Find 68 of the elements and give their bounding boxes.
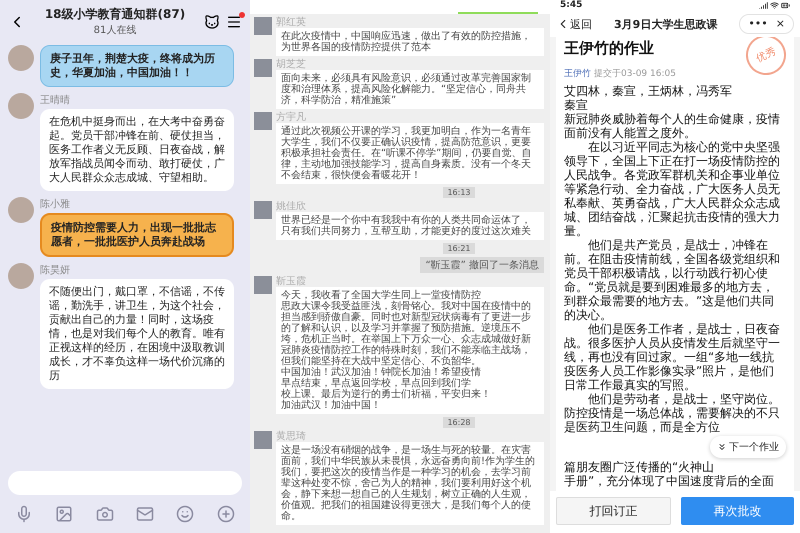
sender-name: 靳玉霞 bbox=[276, 276, 307, 287]
plus-icon[interactable] bbox=[216, 505, 235, 523]
avatar[interactable] bbox=[254, 201, 272, 219]
avatar[interactable] bbox=[254, 431, 272, 449]
image-icon[interactable] bbox=[55, 505, 74, 523]
sender-name: 郭红英 bbox=[276, 17, 307, 28]
text-line: 手册”，充分体现了中国速度背后的全面 bbox=[564, 474, 776, 488]
emoji-icon[interactable] bbox=[176, 505, 194, 523]
message-bubble: 不随便出门，戴口罩，不信谣，不传谣，勤洗手，讲卫生，为这个社会，贡献出自己的力量！同时，这场疫情，也是对我们每个人的教育。唯有正视这样的经历，在困境中汲取教训成长，才不辜负这样一场代价沉痛的历 bbox=[40, 279, 234, 389]
close-button[interactable]: × bbox=[776, 17, 785, 31]
message-bubble: 世界已经是一个你中有我我中有你的人类共同命运体了，只有我们共同努力，互帮互助，才能更好的度过这次难关 bbox=[276, 212, 544, 240]
avatar[interactable] bbox=[8, 93, 34, 119]
message-line: 加油武汉！加油中国！ bbox=[281, 400, 382, 411]
message-bubble: 在此次疫情中，中国响应迅速，做出了有效的防控措施，为世界各国的疫情防控提供了范本 bbox=[276, 28, 544, 56]
submit-time: 提交于03-09 16:05 bbox=[594, 68, 676, 80]
message-bubble: 疫情防控需要人力，出现一批批志愿者，一批批医护人员奔赴战场 bbox=[40, 213, 234, 257]
paragraph: 他们是医务工作者，是战士，日夜奋战。很多医护人员从疫情发生后就坚守一线，再也没有回过家。一组“多地一线抗疫医务人员工作影像实录”照片，是他们日常工作最真实的写照。 bbox=[564, 322, 781, 392]
avatar[interactable] bbox=[254, 276, 272, 294]
online-count: 81人在线 bbox=[94, 24, 136, 37]
avatar[interactable] bbox=[254, 59, 272, 77]
menu-icon[interactable] bbox=[226, 14, 242, 30]
sender-name: 胡芝芝 bbox=[276, 59, 307, 70]
text-line: 篇朋友圈广泛传播的“火神山 bbox=[564, 460, 716, 474]
more-button[interactable]: ••• bbox=[748, 17, 768, 31]
avatar[interactable] bbox=[8, 263, 34, 289]
back-button[interactable]: 返回 bbox=[556, 16, 592, 32]
camera-icon[interactable] bbox=[96, 505, 114, 523]
message-bubble: 庚子丑年，荆楚大疫，终将成为历史，华夏加油，中国加油！！ bbox=[40, 45, 234, 87]
timestamp: 16:13 bbox=[443, 187, 475, 198]
avatar[interactable] bbox=[8, 45, 34, 71]
sender-name: 黄思琦 bbox=[276, 431, 307, 442]
cat-icon[interactable] bbox=[204, 14, 220, 30]
return-button[interactable]: 打回订正 bbox=[556, 497, 671, 525]
double-chevron-icon bbox=[717, 442, 727, 452]
message-line: 今天，我收看了全国大学生同上一堂疫情防控 bbox=[281, 290, 482, 301]
paragraph: 秦宣 bbox=[564, 98, 589, 112]
message-bubble: 通过此次视频公开课的学习，我更加明白，作为一名青年大学生，我们不仅要正确认识疫情，提高防范意识，更要积极承担社会责任。在“听课不停学”期间，仍要自觉、自律，主动地加强技能学习，提高自身素质。没有一个冬天不会结束，很快便会看暖花开！ bbox=[276, 123, 544, 184]
recall-notice: “靳玉霞” 撤回了一条消息 bbox=[420, 257, 544, 273]
chat-title: 18级小学教育通知群(87) bbox=[44, 6, 186, 23]
avatar[interactable] bbox=[8, 197, 34, 223]
message-line: 校上课。最后为逆行的勇士们祈福，平安归来！ bbox=[281, 389, 492, 400]
timestamp: 16:21 bbox=[443, 243, 475, 254]
paragraph: 他们是劳动者，是战士，坚守岗位。防控疫情是一场总体战，需要解决的不只是医药卫生问题，而是全方位 bbox=[564, 392, 781, 434]
message-bubble: 在危机中挺身而出，在大考中奋勇奋起。党员干部冲锋在前、硬仗担当，医务工作者义无反顾、日夜奋战，解放军指战员闻令而动、敢打硬仗，广大人民群众众志成城、守望相助。 bbox=[40, 109, 234, 191]
paragraph: 在以习近平同志为核心的党中央坚强领导下，全国上下正在打一场疫情防控的人民战争。各党政军群机关和企事业单位等紧急行动、全力奋战，广大医务人员无私奉献、英勇奋战，广大人民群众众志成城、团结奋战，汇聚起抗击疫情的强大力量。 bbox=[564, 140, 781, 238]
avatar[interactable] bbox=[254, 112, 272, 130]
message-line: 中国加油！武汉加油！钟院长加油！希望疫情 bbox=[281, 367, 482, 378]
sender-name: 王晴晴 bbox=[40, 94, 71, 107]
next-homework-button[interactable]: 下一个作业 bbox=[710, 436, 786, 458]
page-title: 3月9日大学生思政课 bbox=[613, 16, 718, 32]
homework-title: 王伊竹的作业 bbox=[564, 39, 654, 58]
paragraph: 他们是共产党员，是战士，冲锋在前。在阻击疫情前线，全国各级党组织和党员干部积极请战，以行动践行初心使命。“党员就是要到困难最多的地方去，到群众最需要的地方去。”这是他们共同的决心。 bbox=[564, 238, 781, 322]
author-link[interactable]: 王伊竹 bbox=[564, 67, 591, 80]
message-bubble: 这是一场没有硝烟的战争，是一场生与死的较量。在灾害面前，我们中华民族从未畏惧，永远奋勇向前!作为学生的我们，要把这次的疫情当作是一种学习的机会，去学习前辈这种处变不惊，舍己为人的精神，我们要利用好这个机会，静下来想一想自己的人生规划，树立正确的人生观，价值观。把我们的祖国建设得更强大，是我们每个人的使命。 bbox=[276, 442, 544, 525]
envelope-icon[interactable] bbox=[136, 505, 154, 523]
sender-name: 方宇凡 bbox=[276, 112, 307, 123]
message-bubble: 面向未来，必须具有风险意识，必须通过改革完善国家制度和治理体系，提高风险化解能力。“坚定信心，同舟共济，科学防治，精准施策” bbox=[276, 70, 544, 109]
message-line: 思政大课令我受益匪浅，刻骨铭心。我对中国在疫情中的担当感到骄傲自豪。同时也对新型冠状病毒有了更进一步的了解和认识，以及学习并掌握了预防措施。逆境压不垮，危机正当时。在举国上下万众一心、众志成城做好新冠肺炎疫情防控工作的特殊时刻，我们不能亲临主战场，但我们能坚持在大战中坚定信心、不负韶华。 bbox=[281, 301, 532, 367]
paragraph: 艾四林，秦宣，王炳林，冯秀军 bbox=[564, 84, 733, 98]
message-line: 早点结束，早点返回学校，早点回到我们学 bbox=[281, 378, 471, 389]
avatar[interactable] bbox=[254, 17, 272, 35]
sender-name: 陈小雅 bbox=[40, 198, 71, 211]
timestamp: 16:28 bbox=[443, 417, 475, 428]
status-icons bbox=[759, 1, 790, 10]
status-time: 5:45 bbox=[560, 1, 582, 10]
sender-name: 陈昊妍 bbox=[40, 264, 71, 277]
paragraph: 新冠肺炎威胁着每个人的生命健康，疫情面前没有人能置之度外。 bbox=[564, 112, 781, 140]
sender-name: 姚佳欣 bbox=[276, 201, 307, 212]
